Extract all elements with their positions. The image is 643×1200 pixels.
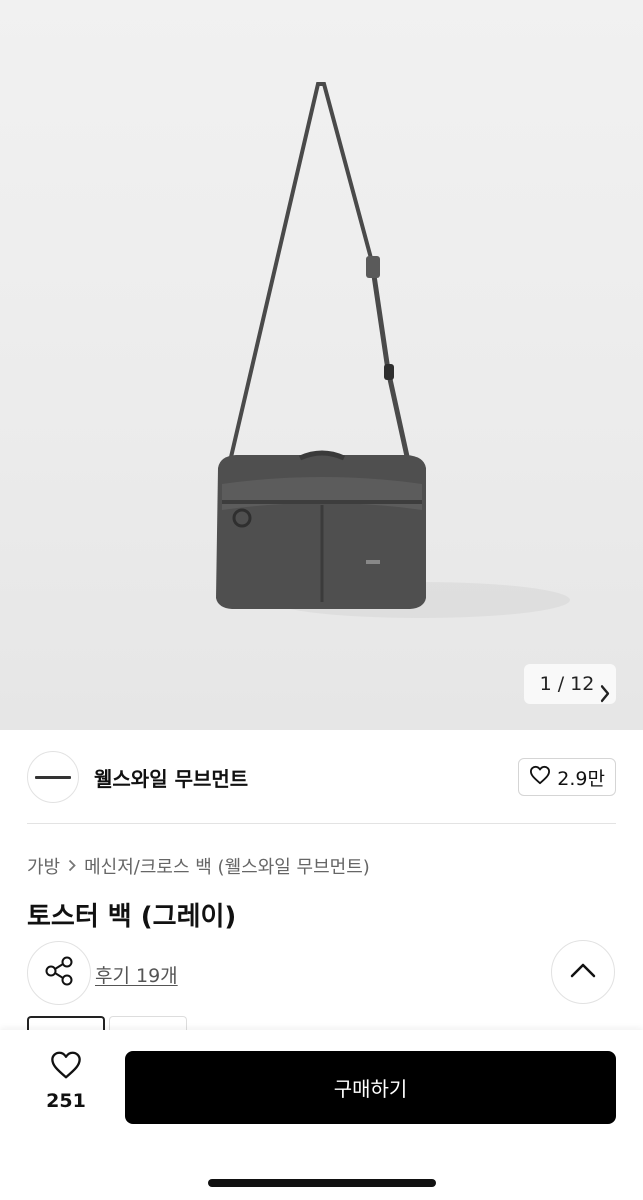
shop-like-count: 2.9만 [557, 767, 605, 790]
reviews-link[interactable]: 후기 19개 [95, 961, 178, 988]
heart-outline-icon [49, 1050, 83, 1084]
heart-outline-icon [529, 765, 551, 790]
product-image-gallery[interactable]: 1 / 12 [0, 0, 643, 730]
product-photo [216, 82, 570, 618]
breadcrumb: 가방 메신저/크로스 백 (웰스와일 무브먼트) [27, 853, 370, 879]
divider [27, 823, 616, 824]
like-count: 251 [46, 1090, 86, 1112]
share-button[interactable] [27, 941, 91, 1005]
seller-logo [35, 775, 71, 779]
home-indicator [208, 1179, 436, 1187]
breadcrumb-item-subcategory[interactable]: 메신저/크로스 백 (웰스와일 무브먼트) [84, 853, 370, 879]
scroll-up-button[interactable] [551, 940, 615, 1004]
seller-avatar[interactable] [27, 751, 79, 803]
shop-like-button[interactable]: 2.9만 [518, 758, 616, 796]
bottom-action-bar: 251 구매하기 [0, 1030, 643, 1200]
image-counter-separator: / [557, 673, 565, 695]
product-title: 토스터 백 (그레이) [27, 902, 237, 932]
chevron-right-icon [68, 857, 76, 876]
image-counter[interactable]: 1 / 12 [524, 664, 616, 704]
breadcrumb-item-category[interactable]: 가방 [27, 853, 60, 879]
image-counter-current: 1 [539, 673, 552, 695]
share-icon [43, 955, 75, 991]
seller-row[interactable]: 웰스와일 무브먼트 2.9만 [27, 750, 616, 804]
image-counter-total: 12 [570, 673, 595, 695]
like-button[interactable]: 251 [30, 1050, 102, 1120]
seller-name[interactable]: 웰스와일 무브먼트 [94, 763, 248, 792]
chevron-up-icon [570, 962, 596, 982]
buy-button[interactable]: 구매하기 [125, 1051, 616, 1124]
